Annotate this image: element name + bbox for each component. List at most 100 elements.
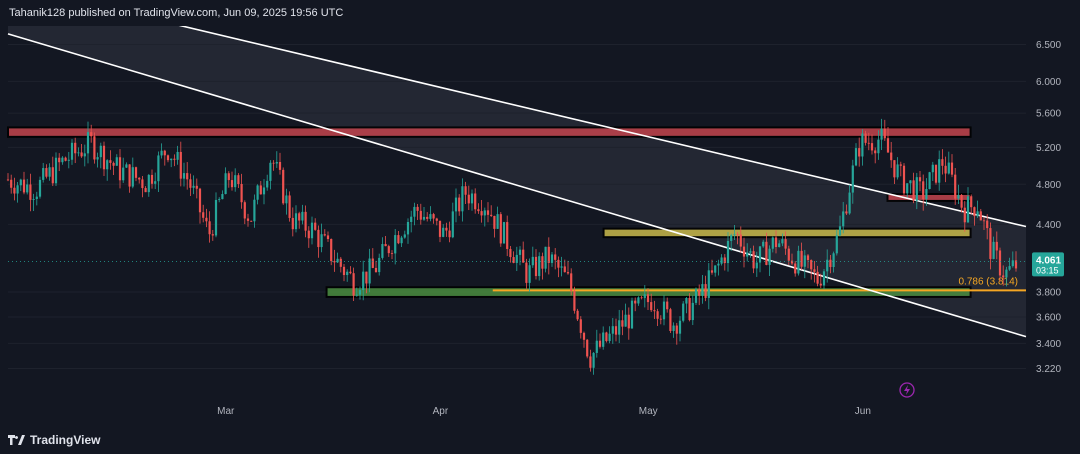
candle-body xyxy=(915,177,918,201)
candle-body xyxy=(461,186,464,212)
candle-body xyxy=(614,326,618,335)
candle-body xyxy=(163,150,166,156)
candle-body xyxy=(931,164,934,173)
candle-body xyxy=(899,164,902,166)
candle-body xyxy=(246,218,250,221)
candle-body xyxy=(806,255,810,261)
candle-body xyxy=(595,340,598,353)
candle-body xyxy=(406,221,410,235)
candle-body xyxy=(342,266,346,276)
candle-body xyxy=(310,222,314,239)
candle-body xyxy=(918,177,922,182)
candle-body xyxy=(147,174,150,193)
candle-body xyxy=(557,259,560,268)
candle-body xyxy=(470,193,474,204)
candle-body xyxy=(995,241,998,251)
candle-body xyxy=(102,145,106,170)
candle-body xyxy=(74,142,77,154)
candle-body xyxy=(832,253,835,268)
candle-body xyxy=(810,260,813,270)
candle-body xyxy=(720,257,723,264)
candle-body xyxy=(166,155,170,161)
candle-body xyxy=(563,266,566,273)
candle-body xyxy=(86,132,90,154)
candle-body xyxy=(198,188,202,213)
candle-body xyxy=(733,234,736,236)
tradingview-logo-icon xyxy=(8,435,25,445)
candle-body xyxy=(698,289,701,296)
candle-body xyxy=(912,180,915,201)
price-chart[interactable]: 0.786 (3.814) 6.500 6.000 5.600 5.200 4.800 4.… xyxy=(0,26,1080,426)
candle-body xyxy=(474,193,477,210)
candle-body xyxy=(909,180,912,184)
candle-body xyxy=(80,152,83,157)
candle-body xyxy=(464,186,467,195)
zone-resistance xyxy=(7,126,972,138)
candle-body xyxy=(29,184,32,200)
candle-body xyxy=(858,148,861,157)
candle-body xyxy=(979,211,982,221)
candle-body xyxy=(237,175,240,185)
last-price-countdown: 03:15 xyxy=(1036,265,1059,275)
candle-body xyxy=(778,243,781,248)
candle-body xyxy=(797,250,800,274)
price-tick-label: 4.400 xyxy=(1036,220,1061,231)
candle-body xyxy=(42,168,45,180)
candle-body xyxy=(410,216,413,222)
candle-body xyxy=(278,161,282,170)
candle-body xyxy=(669,309,672,331)
candle-body xyxy=(950,162,954,175)
candle-body xyxy=(877,139,880,154)
time-tick-label: Jun xyxy=(855,406,871,417)
candle-body xyxy=(906,183,909,194)
candle-body xyxy=(496,214,499,229)
candle-body xyxy=(176,151,179,160)
candle-body xyxy=(90,132,93,137)
candle-body xyxy=(211,234,214,236)
tradingview-logo-text: TradingView xyxy=(30,433,101,447)
candle-body xyxy=(384,244,387,247)
candle-body xyxy=(13,187,16,194)
candle-body xyxy=(634,300,637,304)
candle-body xyxy=(755,262,758,269)
candle-body xyxy=(522,249,525,263)
candle-body xyxy=(714,265,717,273)
candle-body xyxy=(189,179,192,188)
candle-body xyxy=(227,173,230,181)
candle-body xyxy=(986,220,989,229)
tradingview-logo[interactable]: TradingView xyxy=(8,433,100,447)
price-tick-label: 3.800 xyxy=(1036,288,1061,299)
candle-body xyxy=(234,175,237,188)
candle-body xyxy=(448,230,451,238)
candle-body xyxy=(394,235,397,254)
candle-body xyxy=(371,258,374,268)
candle-body xyxy=(317,229,320,248)
candle-body xyxy=(886,138,890,153)
candle-body xyxy=(83,153,86,157)
candle-body xyxy=(947,162,950,174)
candle-body xyxy=(240,184,243,203)
candle-body xyxy=(518,249,522,255)
candle-body xyxy=(32,199,35,200)
candle-body xyxy=(867,142,870,144)
candle-body xyxy=(115,157,118,166)
candle-body xyxy=(758,246,762,263)
candle-body xyxy=(627,314,630,329)
candle-body xyxy=(982,220,986,222)
publish-info-text: Tahanik128 published on TradingView.com,… xyxy=(9,7,344,19)
candle-body xyxy=(970,196,973,208)
candle-body xyxy=(288,195,291,218)
candle-body xyxy=(291,217,294,230)
candle-body xyxy=(390,253,394,254)
fib-label: 0.786 (3.814) xyxy=(959,276,1019,287)
candle-body xyxy=(736,234,739,235)
candle-body xyxy=(848,192,851,214)
candle-body xyxy=(272,162,275,164)
candle-body xyxy=(419,210,422,220)
candle-body xyxy=(685,297,688,304)
candle-body xyxy=(544,246,547,269)
candle-body xyxy=(118,157,122,181)
candle-body xyxy=(202,212,205,218)
candle-body xyxy=(259,185,262,195)
candle-body xyxy=(890,152,893,161)
